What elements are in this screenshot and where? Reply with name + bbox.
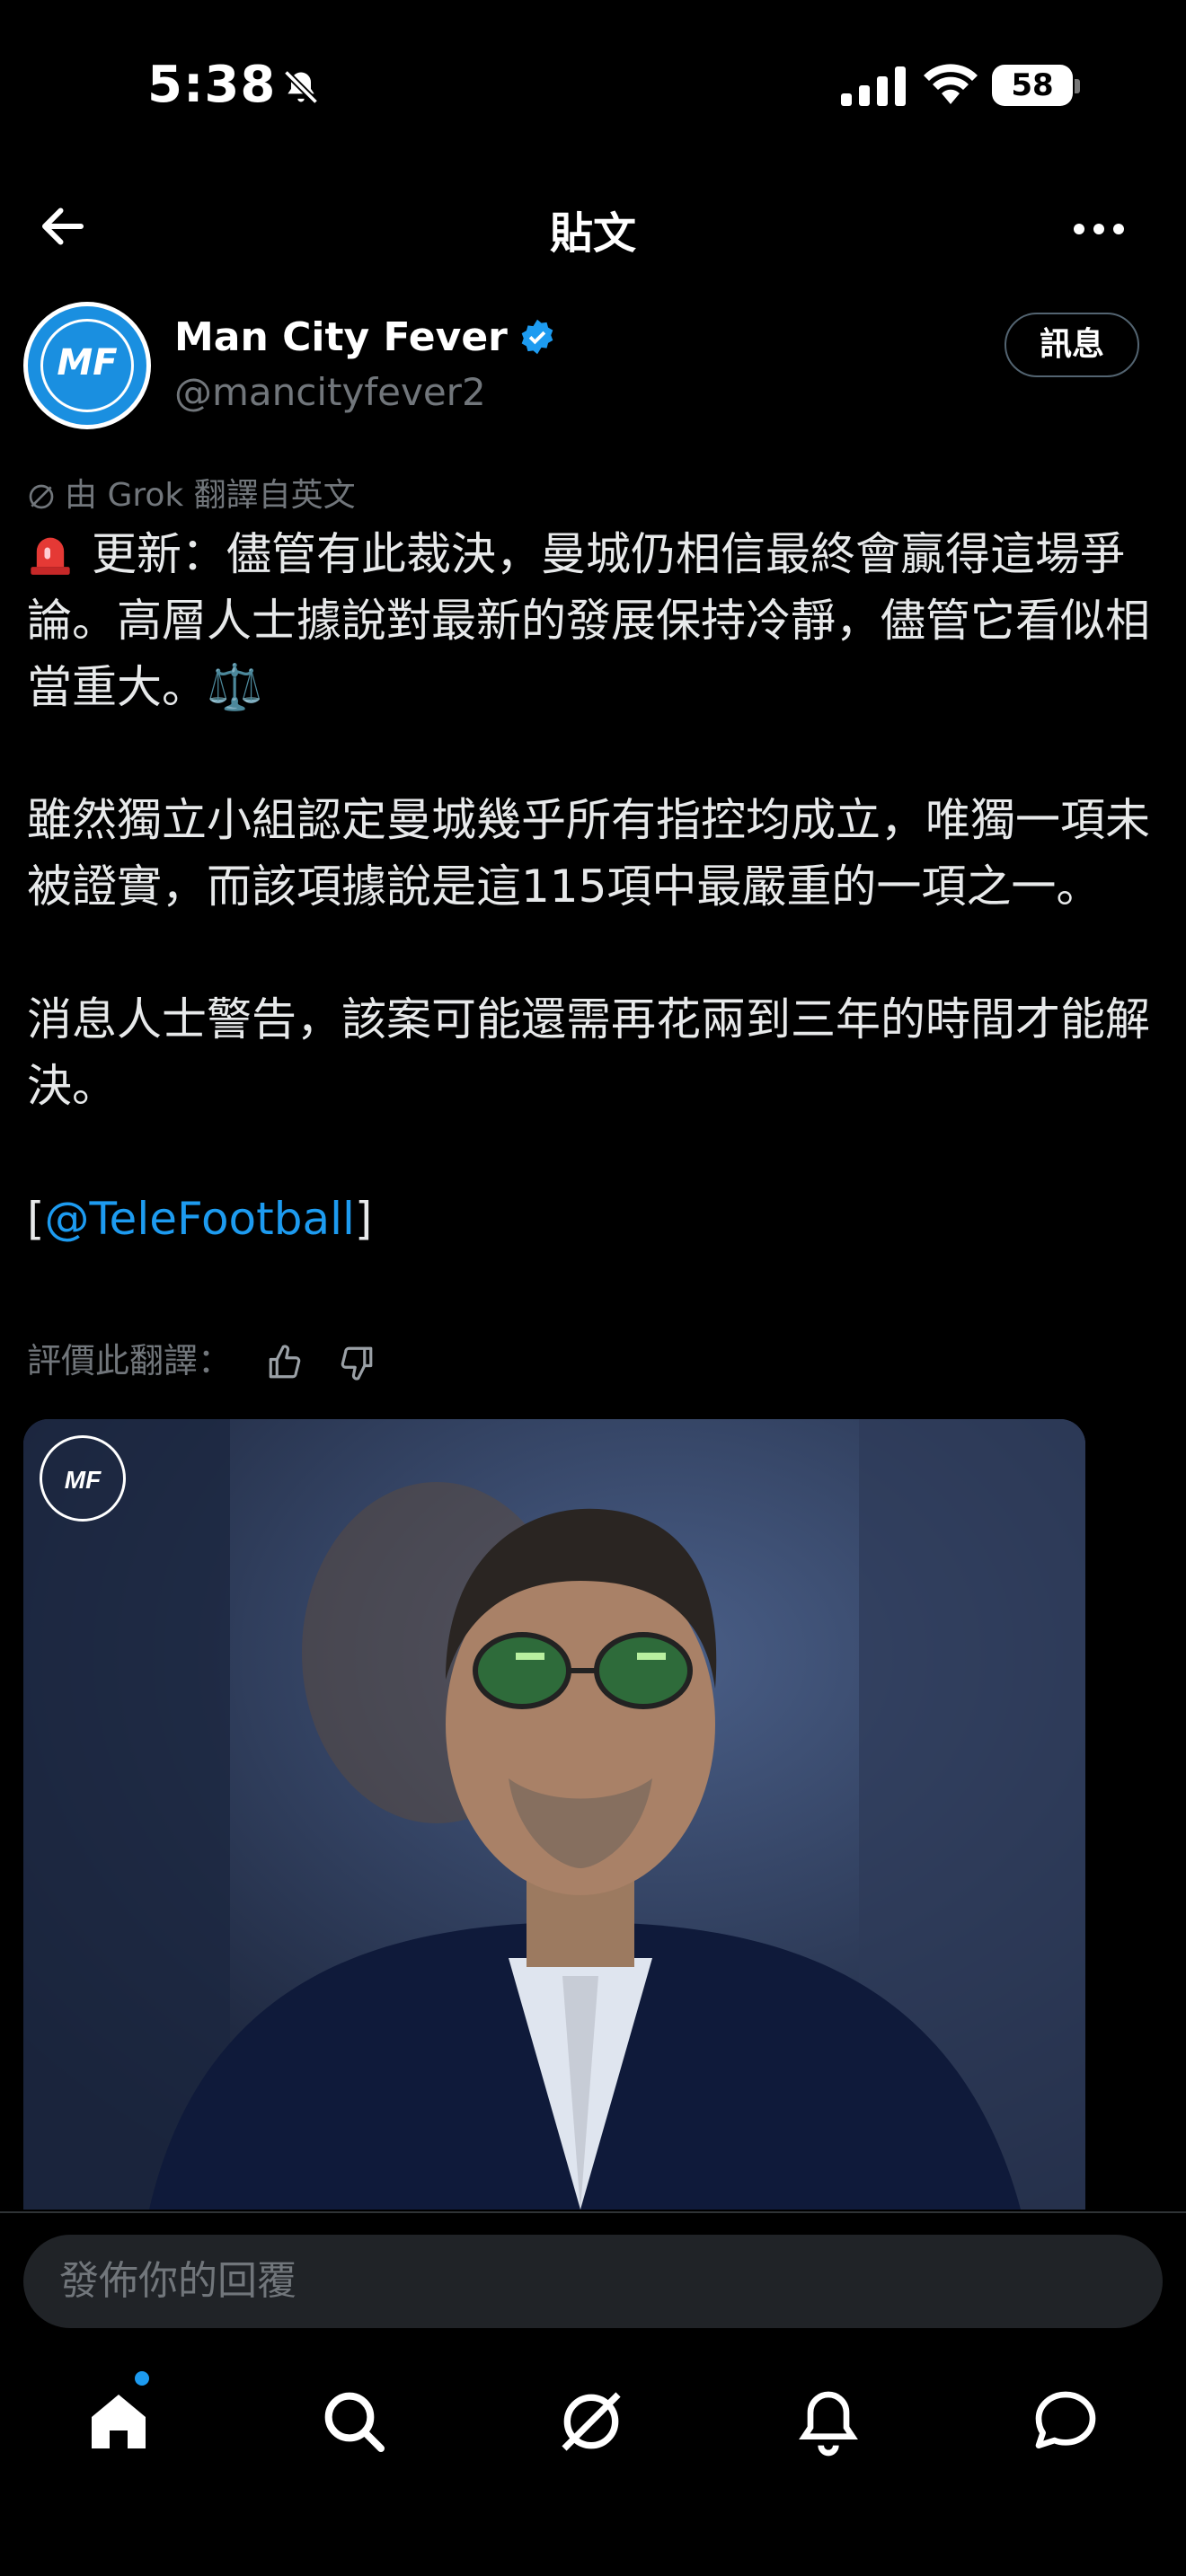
wifi-icon bbox=[924, 64, 978, 104]
verified-badge-icon bbox=[521, 319, 553, 355]
watermark-logo: MF bbox=[40, 1435, 126, 1522]
grok-icon bbox=[29, 484, 54, 509]
post-paragraph-2: 雖然獨立小組認定曼城幾乎所有指控均成立，唯獨一項未被證實，而該項據說是這115項… bbox=[27, 794, 1150, 913]
divider bbox=[0, 2211, 1186, 2213]
author-handle[interactable]: @mancityfever2 bbox=[174, 370, 486, 414]
message-button[interactable]: 訊息 bbox=[1005, 313, 1139, 377]
messages-icon[interactable] bbox=[1030, 2386, 1102, 2457]
grok-icon[interactable] bbox=[555, 2386, 627, 2457]
home-icon[interactable] bbox=[83, 2386, 155, 2457]
svg-text:MF: MF bbox=[65, 1466, 102, 1494]
post-paragraph-3: 消息人士警告，該案可能還需再花兩到三年的時間才能解決。 bbox=[27, 993, 1150, 1112]
mention-bracket-close: ] bbox=[354, 1193, 373, 1245]
siren-emoji-icon bbox=[31, 537, 70, 575]
portrait-illustration bbox=[23, 1419, 1085, 2210]
notifications-icon[interactable] bbox=[792, 2386, 864, 2457]
search-icon[interactable] bbox=[318, 2386, 390, 2457]
status-time: 5:38 bbox=[147, 56, 321, 114]
page-title: 貼文 bbox=[549, 208, 636, 259]
thumbs-up-icon[interactable] bbox=[266, 1344, 304, 1381]
rate-translation: 評價此翻譯： bbox=[27, 1333, 376, 1382]
battery-indicator: 58 bbox=[992, 65, 1073, 106]
author-name[interactable]: Man City Fever bbox=[174, 314, 556, 360]
thumbs-down-icon[interactable] bbox=[338, 1344, 376, 1381]
reply-input[interactable]: 發佈你的回覆 bbox=[23, 2235, 1163, 2328]
mention-bracket-open: [ bbox=[27, 1193, 45, 1245]
post-paragraph-1: 更新：儘管有此裁決，曼城仍相信最終會贏得這場爭論。高層人士據說對最新的發展保持冷… bbox=[27, 528, 1150, 713]
mention-link[interactable]: @TeleFootball bbox=[45, 1193, 355, 1245]
signal-icon bbox=[841, 66, 906, 106]
notification-dot bbox=[135, 2371, 149, 2386]
post-image[interactable] bbox=[23, 1419, 1085, 2210]
post-text: 更新：儘管有此裁決，曼城仍相信最終會贏得這場爭論。高層人士據說對最新的發展保持冷… bbox=[27, 521, 1159, 1252]
more-options-icon[interactable] bbox=[1069, 221, 1128, 238]
battery-cap bbox=[1075, 79, 1080, 93]
translation-note: 由 Grok 翻譯自英文 bbox=[27, 469, 356, 516]
silent-bell-icon bbox=[284, 69, 319, 105]
avatar[interactable]: MF bbox=[23, 302, 151, 429]
